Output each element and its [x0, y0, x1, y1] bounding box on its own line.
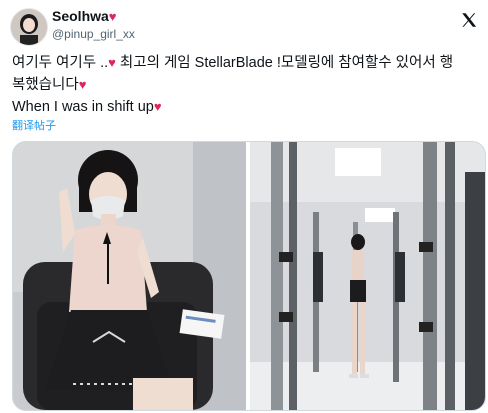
display-name[interactable]: Seolhwa	[52, 8, 109, 24]
photo-left[interactable]	[13, 142, 246, 410]
x-logo-icon[interactable]	[459, 10, 479, 30]
tweet-text-line-3: When I was in shift up♥	[12, 98, 162, 116]
heart-emoji: ♥	[78, 77, 87, 92]
heart-emoji: ♥	[108, 55, 116, 70]
heart-emoji: ♥	[108, 8, 117, 24]
user-handle[interactable]: @pinup_girl_xx	[52, 27, 135, 41]
tweet-text: 복했습니다	[12, 77, 79, 93]
translate-post-link[interactable]: 翻译帖子	[12, 117, 56, 133]
heart-emoji: ♥	[153, 99, 162, 114]
tweet-text-line-1: 여기두 여기두 ..♥ 최고의 게임 StellarBlade !모델링에 참여…	[12, 54, 453, 72]
media-photos	[13, 142, 485, 410]
avatar-image	[11, 9, 47, 45]
tweet-text-line-2: 복했습니다♥	[12, 76, 86, 94]
photo-right[interactable]	[250, 142, 485, 410]
avatar[interactable]	[10, 8, 48, 46]
media-grid[interactable]	[12, 141, 486, 411]
tweet-text: 여기두 여기두 ..	[12, 55, 109, 71]
tweet-text: When I was in shift up	[12, 99, 154, 115]
tweet-text: 최고의 게임 StellarBlade !모델링에 참여할수 있어서 행	[115, 55, 454, 71]
